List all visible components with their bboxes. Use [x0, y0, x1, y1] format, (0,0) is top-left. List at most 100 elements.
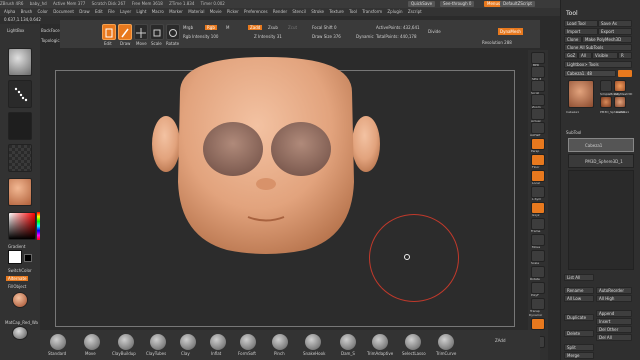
- brush-pinch[interactable]: [272, 334, 288, 350]
- dynamesh-button[interactable]: DynaMesh: [498, 28, 523, 35]
- menu-draw[interactable]: Draw: [79, 9, 89, 14]
- tool-thumbnail-main[interactable]: [568, 80, 594, 108]
- brush-standard[interactable]: [50, 334, 66, 350]
- brush-dam-s[interactable]: [340, 334, 356, 350]
- goz-button[interactable]: GoZ: [564, 52, 578, 59]
- brush-snakehook[interactable]: [305, 334, 321, 350]
- menu-zscript[interactable]: Zscript: [408, 9, 422, 14]
- stroke-thumbnail[interactable]: [8, 80, 32, 108]
- menu-macro[interactable]: Macro: [152, 9, 164, 14]
- brush-clay[interactable]: [180, 334, 196, 350]
- menu-material[interactable]: Material: [188, 9, 204, 14]
- tool-thumbnail-sphere[interactable]: [600, 96, 612, 108]
- menu-render[interactable]: Render: [273, 9, 287, 14]
- split-button[interactable]: Split: [564, 344, 594, 351]
- r-button[interactable]: R: [618, 52, 632, 59]
- default-zscript-button[interactable]: DefaultZScript: [500, 1, 535, 7]
- matcap-swatch[interactable]: [12, 292, 28, 308]
- texture-thumbnail[interactable]: [8, 144, 32, 172]
- tool-thumbnail-cabeza[interactable]: [614, 96, 626, 108]
- menu-picker[interactable]: Picker: [227, 9, 239, 14]
- menu-transform[interactable]: Transform: [362, 9, 382, 14]
- import-button[interactable]: Import: [564, 28, 598, 35]
- brush-formsoft[interactable]: [240, 334, 256, 350]
- menu-brush[interactable]: Brush: [21, 9, 33, 14]
- brush-claytubes[interactable]: [150, 334, 166, 350]
- list-all-button[interactable]: List All: [564, 274, 594, 281]
- visible-button[interactable]: Visible: [592, 52, 618, 59]
- material-thumbnail[interactable]: [8, 178, 32, 206]
- menu-stroke[interactable]: Stroke: [311, 9, 324, 14]
- head-model[interactable]: [140, 52, 390, 262]
- dynamic-button[interactable]: Dynamic: [356, 34, 374, 39]
- menu-preferences[interactable]: Preferences: [244, 9, 268, 14]
- resolution-slider[interactable]: Resolution 288: [482, 40, 512, 45]
- brush-trimcurve[interactable]: [438, 334, 454, 350]
- edit-button[interactable]: [102, 24, 116, 40]
- tool-r-toggle[interactable]: [618, 70, 632, 77]
- menu-movie[interactable]: Movie: [210, 9, 222, 14]
- autoreorder-button[interactable]: AutoReorder: [596, 287, 632, 294]
- alternate-button[interactable]: Alternate: [6, 276, 29, 281]
- secondary-color-swatch[interactable]: [24, 254, 32, 262]
- menu-alpha[interactable]: Alpha: [4, 9, 15, 14]
- save-as-button[interactable]: Save As: [598, 20, 632, 27]
- z-intensity-slider[interactable]: Z Intensity 31: [254, 34, 282, 39]
- zsub-button[interactable]: Zsub: [268, 25, 278, 30]
- subtool-item[interactable]: PM3D_Sphere3D_1: [568, 154, 634, 168]
- merge-button[interactable]: Merge: [564, 352, 594, 359]
- rgb-intensity-slider[interactable]: Rgb Intensity 100: [183, 34, 218, 39]
- clone-all-subtools-button[interactable]: Clone All SubTools: [564, 44, 632, 51]
- hue-slider[interactable]: [37, 212, 40, 240]
- color-picker[interactable]: [8, 212, 36, 240]
- menu-color[interactable]: Color: [37, 9, 47, 14]
- menu-edit[interactable]: Edit: [95, 9, 103, 14]
- divide-button[interactable]: Divide: [428, 29, 441, 34]
- menu-file[interactable]: File: [108, 9, 115, 14]
- rotate-button[interactable]: [166, 24, 180, 40]
- menu-tool[interactable]: Tool: [349, 9, 357, 14]
- lightbox-tools-button[interactable]: Lightbox> Tools: [564, 61, 632, 68]
- duplicate-button[interactable]: Duplicate: [564, 314, 594, 321]
- quicksave-button[interactable]: QuickSave: [408, 1, 436, 7]
- del-other-button[interactable]: Del Other: [596, 326, 632, 333]
- gradient-button[interactable]: Gradient: [8, 244, 25, 249]
- brush-trimadaptive[interactable]: [372, 334, 388, 350]
- make-polymesh-button[interactable]: Make PolyMesh3D: [582, 36, 632, 43]
- focal-shift-slider[interactable]: Focal Shift 0: [312, 25, 337, 30]
- menu-stencil[interactable]: Stencil: [292, 9, 306, 14]
- tool-thumbnail-polymesh[interactable]: [614, 80, 626, 92]
- tool-thumbnail-simplebrush[interactable]: [600, 80, 612, 92]
- all-high-button[interactable]: All High: [596, 295, 632, 302]
- rgb-button[interactable]: Rgb: [205, 25, 217, 30]
- append-button[interactable]: Append: [596, 310, 632, 317]
- insert-button[interactable]: Insert: [596, 318, 632, 325]
- export-button[interactable]: Export: [598, 28, 632, 35]
- brush-move[interactable]: [84, 334, 100, 350]
- menu-texture[interactable]: Texture: [329, 9, 344, 14]
- menu-light[interactable]: Light: [136, 9, 146, 14]
- delete-button[interactable]: Delete: [564, 330, 594, 337]
- alpha-thumbnail[interactable]: [8, 112, 32, 140]
- main-color-swatch[interactable]: [8, 250, 22, 264]
- draw-size-slider[interactable]: Draw Size 376: [312, 34, 341, 39]
- subtool-item-active[interactable]: Cabeza1: [568, 138, 634, 152]
- current-tool-name[interactable]: Cabeza1. 48: [564, 70, 616, 77]
- current-brush-icon[interactable]: [12, 326, 28, 340]
- scale-button[interactable]: [150, 24, 164, 40]
- lightbox-button[interactable]: LightBox: [7, 28, 24, 33]
- see-through-slider[interactable]: See-through 0: [440, 1, 475, 7]
- switchcolor-button[interactable]: SwitchColor: [8, 268, 32, 273]
- all-button[interactable]: All: [578, 52, 592, 59]
- brush-thumbnail[interactable]: [8, 48, 32, 76]
- move-button[interactable]: [134, 24, 148, 40]
- load-tool-button[interactable]: Load Tool: [564, 20, 598, 27]
- menu-document[interactable]: Document: [53, 9, 74, 14]
- all-low-button[interactable]: All Low: [564, 295, 594, 302]
- brush-claybuildup[interactable]: [118, 334, 134, 350]
- subtool-header[interactable]: SubTool: [566, 130, 581, 135]
- menu-marker[interactable]: Marker: [169, 9, 183, 14]
- zadd-button[interactable]: Zadd: [248, 25, 263, 30]
- menu-layer[interactable]: Layer: [120, 9, 131, 14]
- fillobject-button[interactable]: FillObject: [8, 284, 26, 289]
